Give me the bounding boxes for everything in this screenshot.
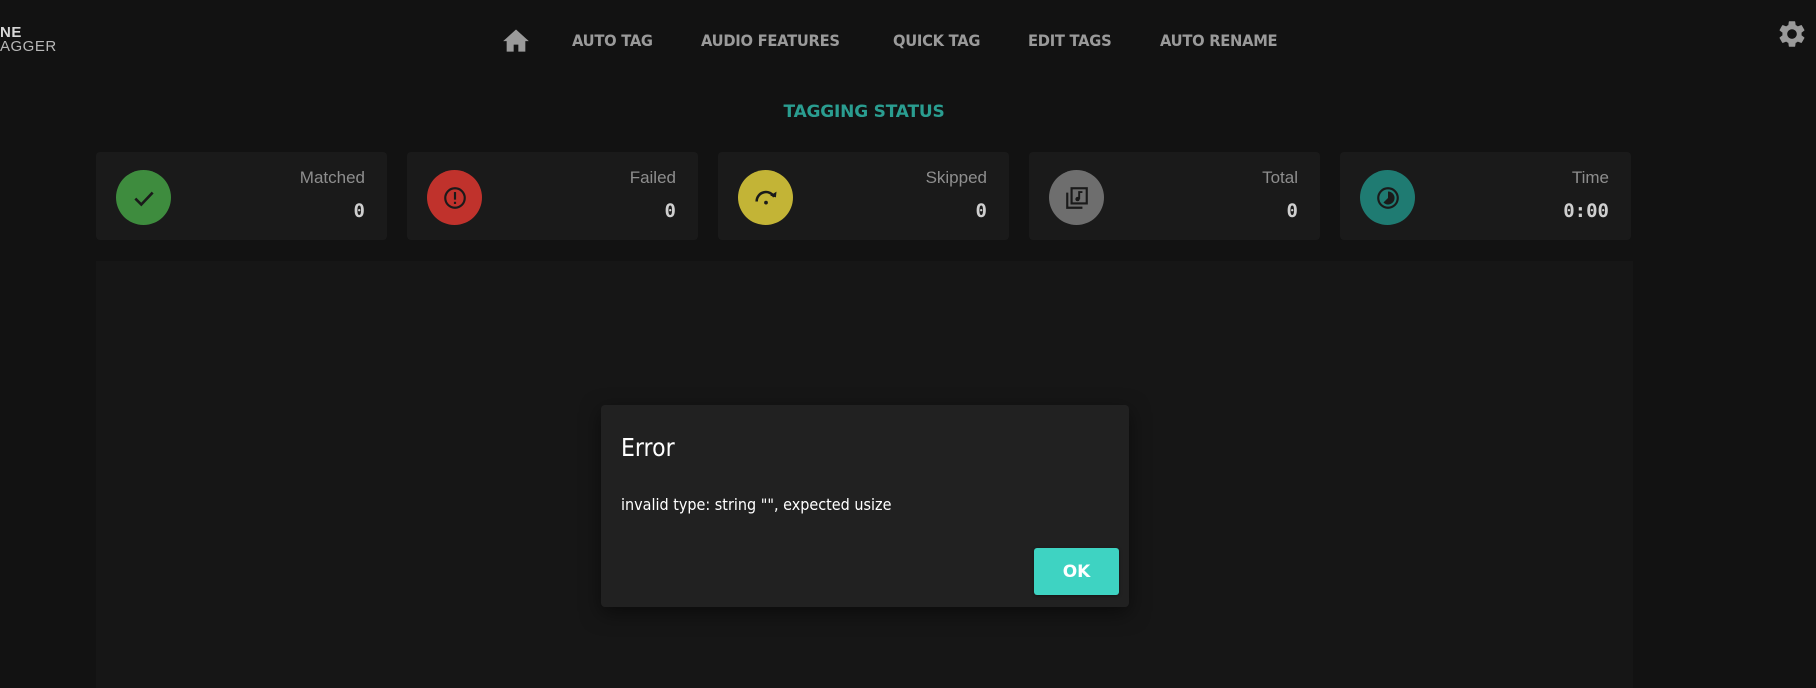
status-card-skipped: Skipped 0 (718, 152, 1009, 240)
card-value: 0 (353, 200, 365, 222)
card-value: 0:00 (1563, 200, 1609, 222)
tagging-status-title: TAGGING STATUS (783, 102, 945, 122)
nav-quick-tag[interactable]: QUICK TAG (893, 31, 980, 50)
logo-line-2: AGGER (0, 38, 57, 55)
status-card-matched: Matched 0 (96, 152, 387, 240)
timelapse-icon (1376, 186, 1399, 209)
music-library-icon (1065, 186, 1088, 209)
check-icon (133, 191, 154, 206)
time-badge (1360, 170, 1415, 225)
card-value: 0 (1286, 200, 1298, 222)
status-card-total: Total 0 (1029, 152, 1320, 240)
dialog-title: Error (621, 433, 675, 462)
dialog-message: invalid type: string "", expected usize (621, 495, 892, 514)
nav-audio-features[interactable]: AUDIO FEATURES (701, 31, 840, 50)
nav-auto-rename[interactable]: AUTO RENAME (1160, 31, 1278, 50)
app-logo: NE AGGER (0, 25, 57, 55)
card-label: Total (1262, 168, 1298, 187)
top-nav: AUTO TAG AUDIO FEATURES QUICK TAG EDIT T… (500, 24, 1329, 56)
total-badge (1049, 170, 1104, 225)
error-dialog: Error invalid type: string "", expected … (601, 405, 1129, 607)
card-value: 0 (664, 200, 676, 222)
gear-icon (1779, 21, 1805, 47)
matched-badge (116, 170, 171, 225)
app-root: NE AGGER AUTO TAG AUDIO FEATURES QUICK T… (0, 0, 1816, 688)
redo-icon (754, 190, 776, 205)
status-card-time: Time 0:00 (1340, 152, 1631, 240)
card-label: Matched (299, 168, 365, 187)
status-card-failed: Failed 0 (407, 152, 698, 240)
card-label: Failed (629, 168, 676, 187)
nav-auto-tag[interactable]: AUTO TAG (572, 31, 653, 50)
skipped-badge (738, 170, 793, 225)
card-label: Time (1571, 168, 1609, 187)
home-icon (503, 29, 529, 52)
alert-circle-icon (443, 186, 466, 209)
home-button[interactable] (500, 24, 532, 56)
failed-badge (427, 170, 482, 225)
settings-button[interactable] (1776, 18, 1808, 50)
card-label: Skipped (925, 168, 987, 187)
card-value: 0 (975, 200, 987, 222)
status-cards: Matched 0 Failed 0 Skipped 0 Total 0 Tim… (96, 152, 1631, 240)
nav-edit-tags[interactable]: EDIT TAGS (1028, 31, 1112, 50)
ok-button[interactable]: OK (1034, 548, 1119, 595)
